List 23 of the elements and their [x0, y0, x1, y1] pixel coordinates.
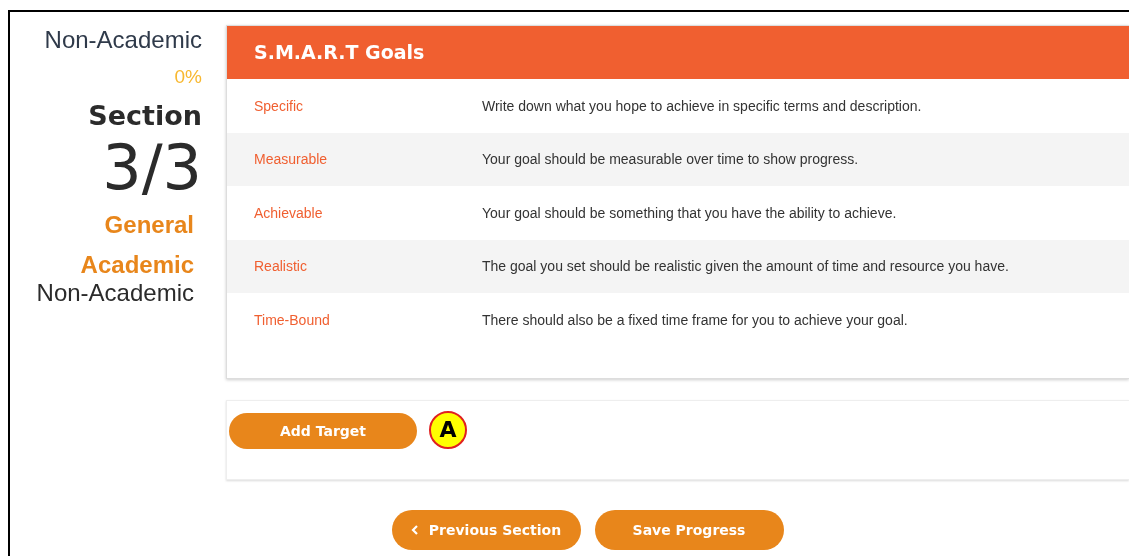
goal-term: Measurable — [253, 151, 329, 168]
chevron-left-icon — [410, 525, 419, 535]
goal-term: Achievable — [253, 204, 324, 221]
goal-description: The goal you set should be realistic given the amount of time and resource you have. — [482, 258, 1009, 275]
category-title: Non-Academic — [44, 26, 202, 54]
section-count: 3/3 — [102, 137, 202, 199]
goal-term: Time-Bound — [253, 311, 331, 328]
add-target-button[interactable]: Add Target — [229, 413, 417, 449]
section-label: Section — [88, 100, 202, 131]
category-link[interactable]: Academic — [80, 251, 194, 279]
callout-marker: A — [429, 411, 467, 449]
goal-description: Your goal should be measurable over time to show progress. — [482, 151, 859, 168]
previous-section-button[interactable]: Previous Section — [391, 510, 581, 550]
save-progress-button[interactable]: Save Progress — [594, 510, 784, 550]
goal-term: Specific — [253, 97, 305, 114]
goal-description: Write down what you hope to achieve in specific terms and description. — [482, 97, 922, 114]
category-link[interactable]: General — [104, 211, 194, 239]
goal-description: Your goal should be something that you have the ability to achieve. — [482, 204, 897, 221]
progress-percent: 0% — [174, 66, 202, 88]
category-link[interactable]: Non-Academic — [36, 279, 194, 307]
goal-term: Realistic — [253, 258, 308, 275]
goal-description: There should also be a fixed time frame for you to achieve your goal. — [482, 311, 908, 328]
card-title: S.M.A.R.T Goals — [227, 26, 1129, 79]
